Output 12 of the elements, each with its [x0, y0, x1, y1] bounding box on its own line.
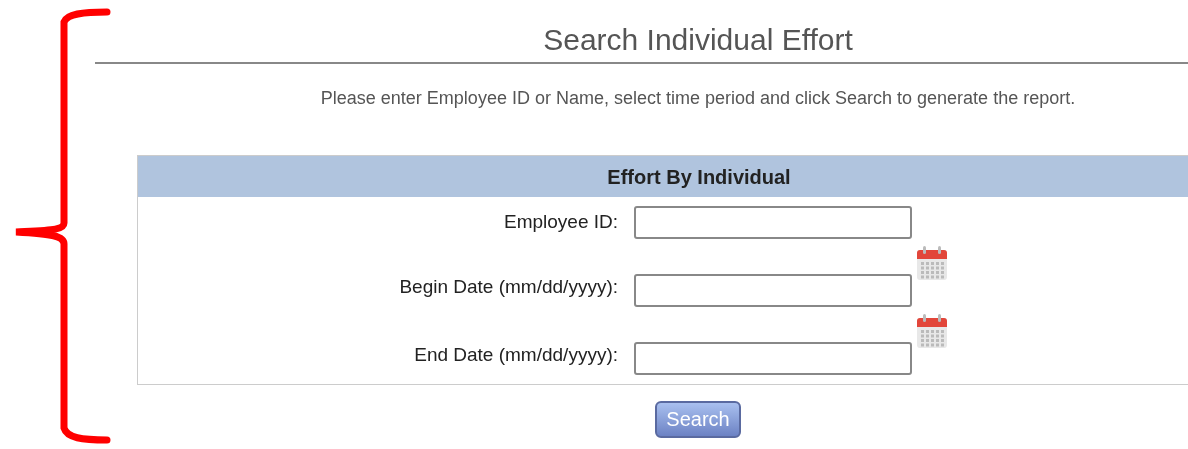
field-label: Employee ID:	[503, 211, 618, 233]
field-label: Begin Date (mm/dd/yyyy):	[399, 276, 618, 298]
panel-header: Effort By Individual	[138, 155, 1188, 197]
field-label: End Date (mm/dd/yyyy):	[414, 344, 618, 366]
input-field[interactable]	[634, 206, 912, 239]
calendar-icon[interactable]	[916, 313, 948, 349]
calendar-icon[interactable]	[916, 245, 948, 281]
instruction-text: Please enter Employee ID or Name, select time period and click Search to generate the report.	[319, 88, 1077, 109]
search-button[interactable]: Search	[655, 401, 741, 438]
input-field[interactable]	[634, 274, 912, 307]
page-title: Search Individual Effort	[542, 22, 854, 58]
input-field[interactable]	[634, 342, 912, 375]
